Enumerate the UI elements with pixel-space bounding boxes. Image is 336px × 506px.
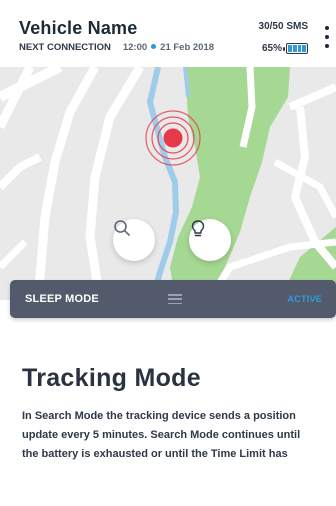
map-location-button[interactable] [189,219,231,261]
next-connection-time: 12:00 [122,42,148,53]
separator-dot-icon [151,43,157,49]
next-connection-date: 21 Feb 2018 [160,42,215,53]
sms-count: 30/50 SMS [258,21,308,32]
sleep-mode-status: ACTIVE [287,294,322,305]
drag-handle-icon[interactable] [168,294,182,304]
sleep-mode-bar[interactable]: SLEEP MODE ACTIVE [10,280,336,318]
map-search-button[interactable] [113,219,155,261]
map-view[interactable] [0,67,336,300]
sleep-mode-label: SLEEP MODE [25,293,99,305]
battery-icon [283,43,308,54]
more-menu-icon[interactable] [323,26,331,48]
mode-description: In Search Mode the tracking device sends… [22,410,301,460]
map-graphic [0,67,336,300]
lightbulb-icon [191,220,205,237]
header: Vehicle Name NEXT CONNECTION 12:00 21 Feb … [0,0,336,67]
battery-status: 65% [262,43,308,54]
search-icon [114,220,130,236]
next-connection: NEXT CONNECTION 12:00 21 Feb 2018 [19,42,214,53]
mode-title: Tracking Mode [22,364,201,392]
battery-percent: 65% [261,43,282,54]
vehicle-name: Vehicle Name [19,18,138,38]
next-connection-label: NEXT CONNECTION [19,42,111,53]
